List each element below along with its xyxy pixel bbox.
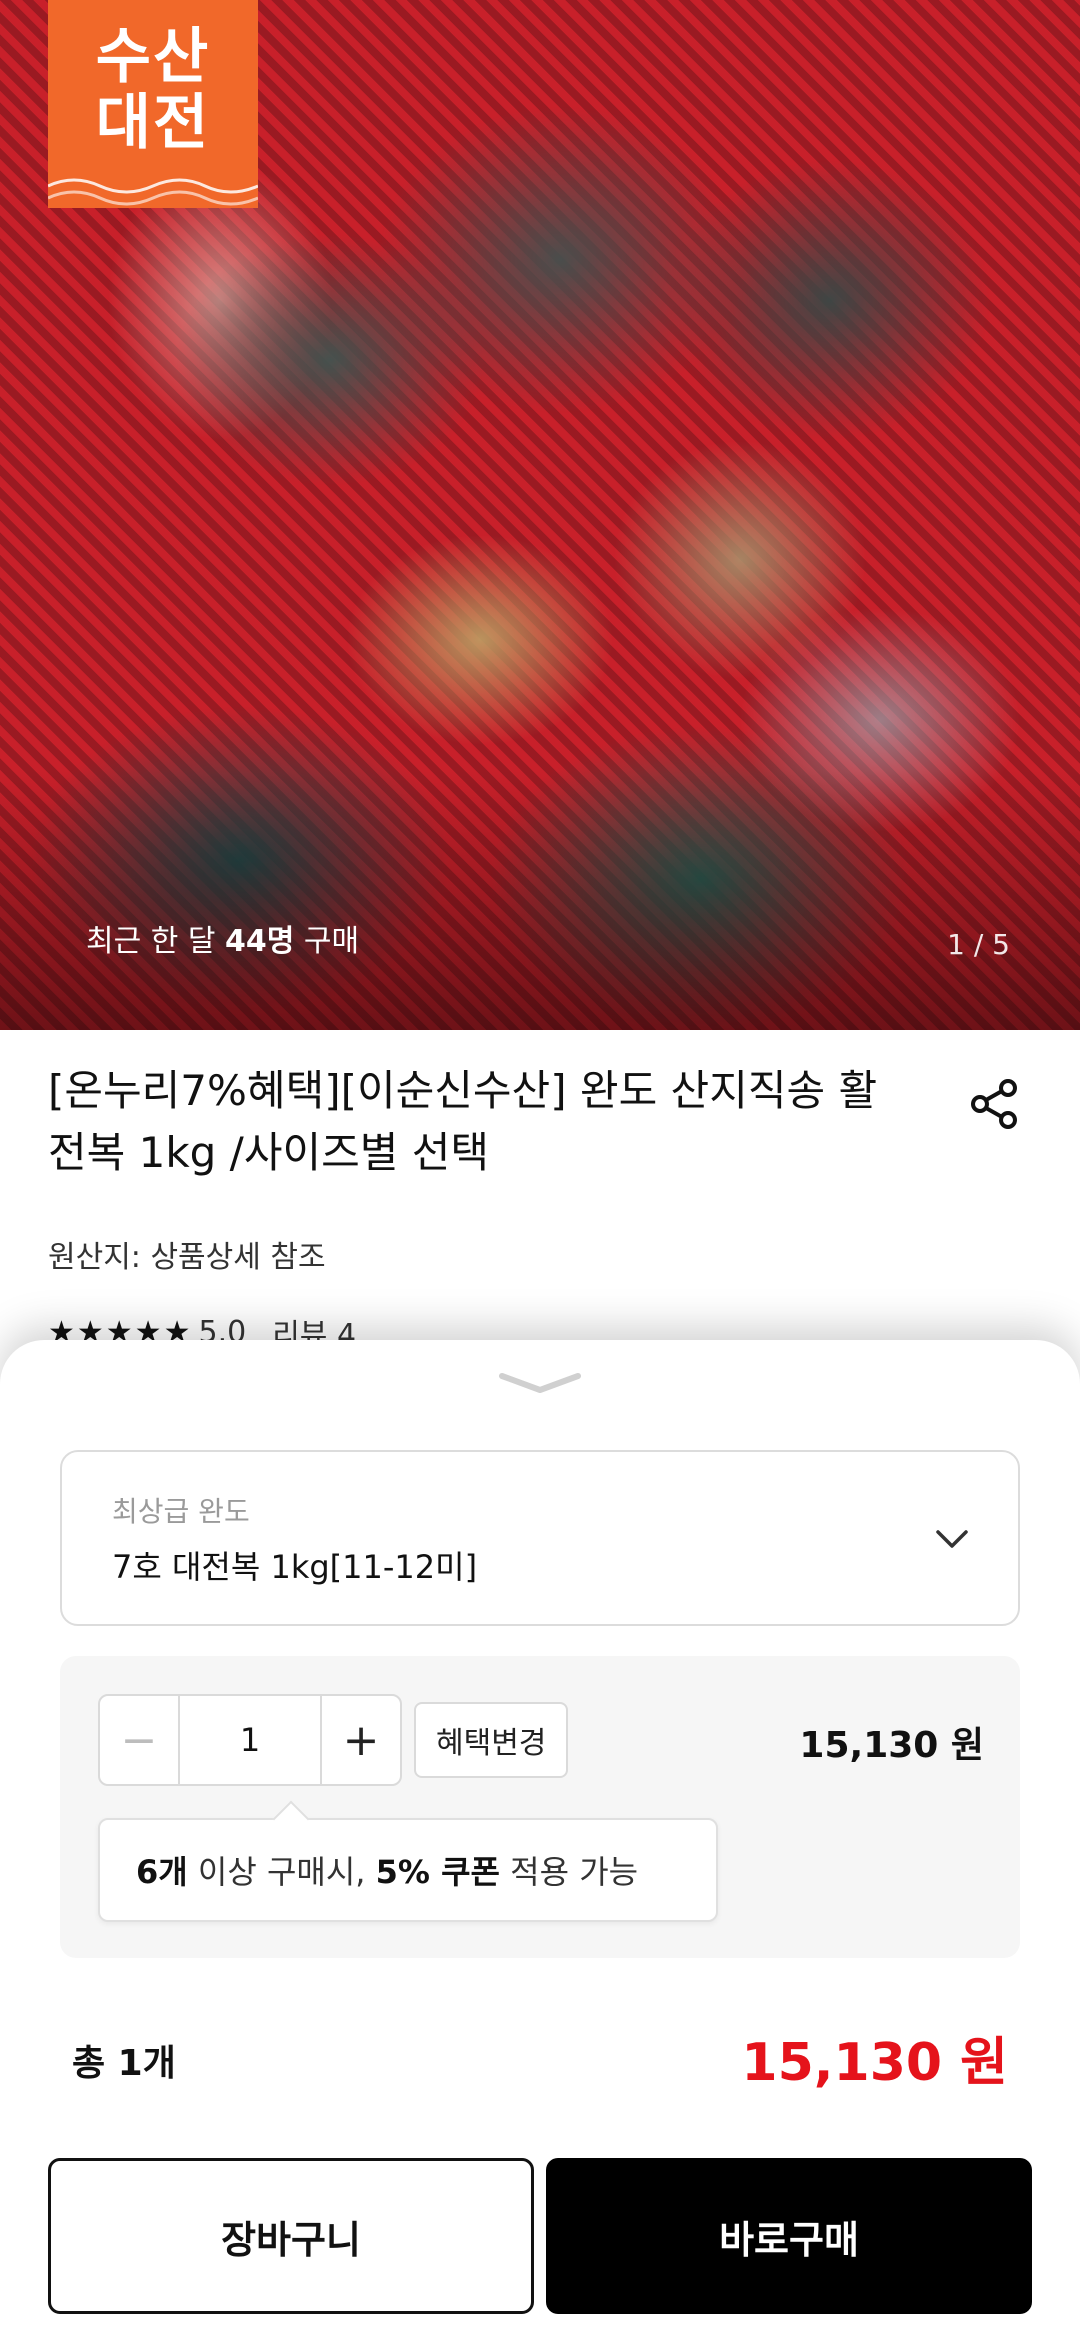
coupon-text-2: 적용 가능 — [499, 1853, 639, 1891]
decrease-quantity-button[interactable]: − — [100, 1696, 180, 1784]
image-shade — [0, 770, 1080, 1030]
option-category: 최상급 완도 — [112, 1495, 250, 1528]
option-value: 7호 대전복 1kg[11-12미] — [112, 1548, 478, 1586]
coupon-min-qty: 6개 — [136, 1853, 188, 1891]
purchase-bottom-sheet: 최상급 완도 7호 대전복 1kg[11-12미] − 1 + 혜택변경 15,… — [0, 1340, 1080, 2348]
benefit-change-button[interactable]: 혜택변경 — [414, 1702, 569, 1778]
buy-now-button[interactable]: 바로구매 — [546, 2158, 1032, 2314]
share-icon[interactable] — [966, 1076, 1022, 1132]
increase-quantity-button[interactable]: + — [320, 1696, 400, 1784]
recent-purchase-caption: 최근 한 달 44명 구매 — [86, 916, 359, 960]
brand-badge: 수산 대전 — [48, 0, 258, 208]
brand-line-2: 대전 — [95, 88, 211, 158]
chevron-down-icon[interactable] — [490, 1368, 590, 1398]
recent-buy-prefix: 최근 한 달 — [86, 924, 226, 959]
product-image-carousel[interactable]: 수산 대전 최근 한 달 44명 구매 1 / 5 — [0, 0, 1080, 1030]
quantity-value[interactable]: 1 — [180, 1696, 320, 1784]
coupon-tooltip: 6개 이상 구매시, 5% 쿠폰 적용 가능 — [98, 1818, 718, 1922]
product-title: [온누리7%혜택][이순신수산] 완도 산지직송 활 전복 1kg /사이즈별 … — [48, 1066, 878, 1177]
waves-icon — [48, 178, 258, 206]
chevron-down-icon — [936, 1530, 968, 1548]
total-price: 15,130 원 — [741, 2033, 1008, 2093]
selected-option-panel: − 1 + 혜택변경 15,130 원 6개 이상 구매시, 5% 쿠폰 적용 … — [60, 1656, 1020, 1958]
option-select[interactable]: 최상급 완도 7호 대전복 1kg[11-12미] — [60, 1450, 1020, 1626]
quantity-stepper: − 1 + — [98, 1694, 402, 1786]
brand-line-1: 수산 — [95, 22, 211, 92]
recent-buy-count: 44명 — [225, 924, 295, 959]
origin-info: 원산지: 상품상세 참조 — [48, 1240, 326, 1275]
recent-buy-suffix: 구매 — [294, 924, 360, 959]
image-page-counter: 1 / 5 — [947, 928, 1010, 961]
total-quantity-label: 총 1개 — [72, 2043, 176, 2084]
add-to-cart-button[interactable]: 장바구니 — [48, 2158, 534, 2314]
coupon-text-1: 이상 구매시, — [187, 1853, 376, 1891]
option-price: 15,130 원 — [799, 1725, 984, 1766]
coupon-discount: 5% 쿠폰 — [375, 1853, 500, 1891]
